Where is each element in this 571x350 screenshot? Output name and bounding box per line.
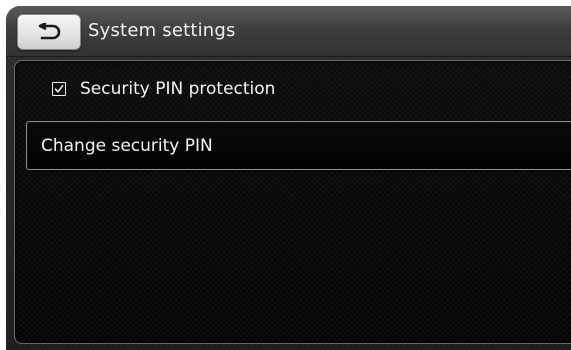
header-bar: System settings bbox=[6, 6, 571, 57]
security-pin-protection-item[interactable]: Security PIN protection bbox=[27, 65, 571, 113]
settings-list: Security PIN protection Change security … bbox=[14, 60, 571, 344]
checkbox-checked-icon[interactable] bbox=[52, 82, 66, 96]
screen: System settings Security PIN protection … bbox=[6, 6, 571, 350]
change-security-pin-label: Change security PIN bbox=[41, 135, 213, 156]
security-pin-protection-label: Security PIN protection bbox=[80, 79, 276, 99]
back-arrow-icon bbox=[36, 23, 62, 41]
page-title: System settings bbox=[88, 20, 236, 41]
back-button[interactable] bbox=[17, 14, 81, 50]
change-security-pin-item[interactable]: Change security PIN bbox=[26, 121, 571, 170]
